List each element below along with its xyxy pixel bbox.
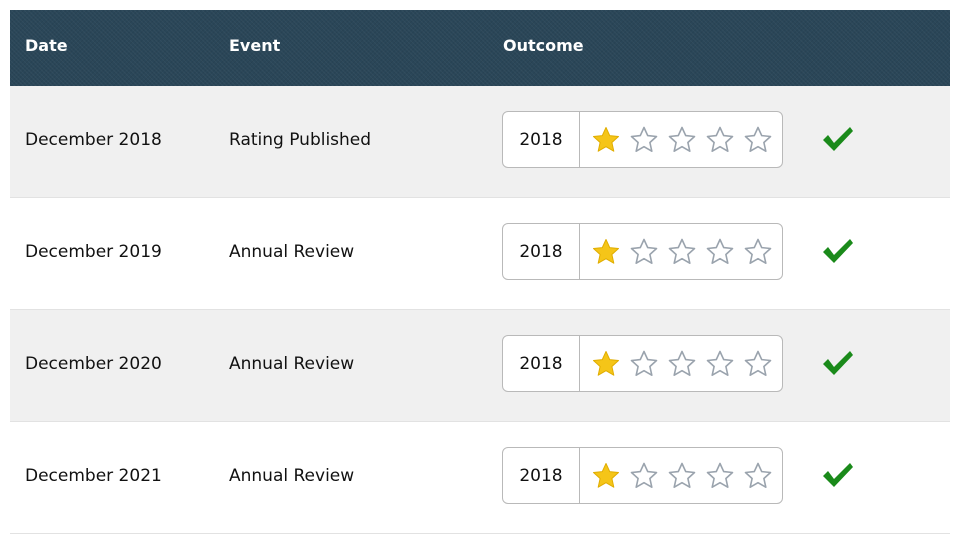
table-row: December 2019 Annual Review 2018: [10, 198, 950, 310]
star-rating: [580, 349, 773, 379]
star-empty-icon: [667, 349, 697, 379]
row-date: December 2021: [25, 466, 162, 486]
table-row: December 2021 Annual Review 2018: [10, 422, 950, 534]
row-event: Annual Review: [229, 242, 355, 262]
star-rating-widget: 2018: [502, 447, 783, 504]
checkmark-icon: [821, 124, 855, 154]
row-date: December 2018: [25, 130, 162, 150]
star-filled-icon: [591, 461, 621, 491]
row-date: December 2020: [25, 354, 162, 374]
star-empty-icon: [743, 461, 773, 491]
star-empty-icon: [629, 349, 659, 379]
star-filled-icon: [591, 237, 621, 267]
star-empty-icon: [629, 461, 659, 491]
rating-year: 2018: [503, 448, 580, 503]
star-empty-icon: [667, 237, 697, 267]
star-rating-widget: 2018: [502, 111, 783, 168]
column-header-date: Date: [25, 36, 68, 55]
rating-year: 2018: [503, 224, 580, 279]
column-header-outcome: Outcome: [503, 36, 584, 55]
table-row: December 2020 Annual Review 2018: [10, 310, 950, 422]
star-empty-icon: [705, 237, 735, 267]
star-empty-icon: [743, 237, 773, 267]
star-rating: [580, 125, 773, 155]
table-row: December 2018 Rating Published 2018: [10, 86, 950, 198]
star-empty-icon: [629, 237, 659, 267]
checkmark-icon: [821, 236, 855, 266]
star-rating: [580, 237, 773, 267]
star-rating: [580, 461, 773, 491]
star-rating-widget: 2018: [502, 335, 783, 392]
star-empty-icon: [705, 125, 735, 155]
rating-year: 2018: [503, 112, 580, 167]
row-event: Annual Review: [229, 466, 355, 486]
star-empty-icon: [743, 125, 773, 155]
star-empty-icon: [705, 461, 735, 491]
row-event: Annual Review: [229, 354, 355, 374]
rating-history-table: Date Event Outcome December 2018 Rating …: [10, 10, 950, 534]
checkmark-icon: [821, 348, 855, 378]
star-empty-icon: [667, 461, 697, 491]
star-rating-widget: 2018: [502, 223, 783, 280]
row-event: Rating Published: [229, 130, 372, 150]
star-filled-icon: [591, 125, 621, 155]
star-empty-icon: [743, 349, 773, 379]
column-header-event: Event: [229, 36, 281, 55]
star-empty-icon: [629, 125, 659, 155]
star-empty-icon: [667, 125, 697, 155]
rating-year: 2018: [503, 336, 580, 391]
star-filled-icon: [591, 349, 621, 379]
star-empty-icon: [705, 349, 735, 379]
table-header: Date Event Outcome: [10, 10, 950, 86]
row-date: December 2019: [25, 242, 162, 262]
checkmark-icon: [821, 460, 855, 490]
